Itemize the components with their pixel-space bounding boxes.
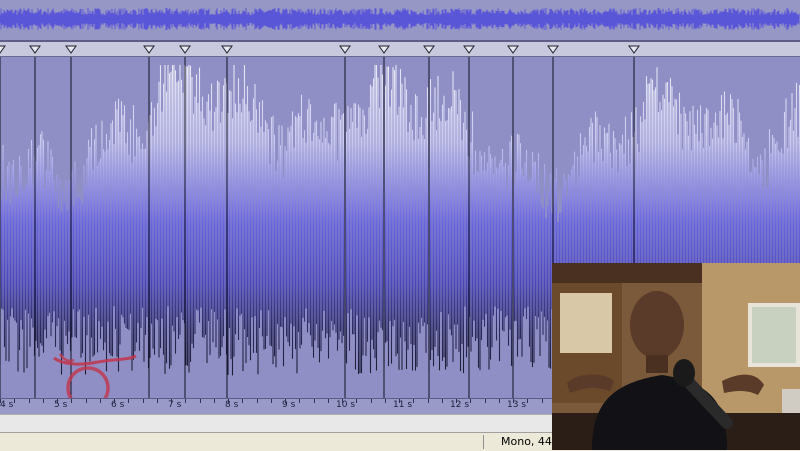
time-tick [271, 399, 272, 403]
time-tick [86, 399, 87, 403]
marker-handles [0, 45, 640, 54]
time-label: 8 s [225, 400, 239, 410]
overview-waveform [0, 8, 800, 30]
time-tick [428, 399, 429, 403]
marker-handle-icon[interactable] [221, 45, 233, 54]
overview-waveform-strip[interactable] [0, 0, 800, 42]
time-tick [442, 399, 443, 403]
marker-handle-icon[interactable] [463, 45, 475, 54]
time-tick [128, 399, 129, 403]
time-label: 10 s [336, 400, 356, 410]
time-tick [470, 399, 471, 403]
marker-handle-icon[interactable] [628, 45, 640, 54]
time-tick [100, 399, 101, 403]
marker-ruler[interactable] [0, 42, 800, 57]
time-tick [143, 399, 144, 403]
time-label: 7 s [168, 400, 182, 410]
time-tick [527, 399, 528, 403]
time-tick [257, 399, 258, 403]
time-tick [43, 399, 44, 403]
marker-handle-icon[interactable] [339, 45, 351, 54]
webcam-video-frame [552, 263, 800, 450]
time-tick [0, 399, 1, 403]
overview-wave-path [0, 8, 800, 30]
time-tick [200, 399, 201, 403]
marker-handle-icon[interactable] [378, 45, 390, 54]
marker-handle-icon[interactable] [507, 45, 519, 54]
marker-handle-icon[interactable] [423, 45, 435, 54]
time-tick [485, 399, 486, 403]
time-tick [385, 399, 386, 403]
time-tick [371, 399, 372, 403]
time-tick [413, 399, 414, 403]
marker-handle-icon[interactable] [29, 45, 41, 54]
time-label: 4 s [0, 400, 14, 410]
time-tick [299, 399, 300, 403]
marker-handle-icon[interactable] [65, 45, 77, 54]
time-tick [328, 399, 329, 403]
time-label: 9 s [282, 400, 296, 410]
time-tick [185, 399, 186, 403]
time-tick [342, 399, 343, 403]
time-label: 11 s [393, 400, 413, 410]
time-tick [513, 399, 514, 403]
time-label: 12 s [450, 400, 470, 410]
marker-handle-icon[interactable] [143, 45, 155, 54]
time-label: 6 s [111, 400, 125, 410]
time-tick [228, 399, 229, 403]
time-tick [499, 399, 500, 403]
time-tick [456, 399, 457, 403]
time-tick [285, 399, 286, 403]
time-tick [114, 399, 115, 403]
time-tick [14, 399, 15, 403]
time-tick [356, 399, 357, 403]
time-label: 13 s [507, 400, 527, 410]
time-tick [399, 399, 400, 403]
time-tick [242, 399, 243, 403]
time-tick [542, 399, 543, 403]
status-separator [483, 435, 484, 449]
time-tick [71, 399, 72, 403]
time-tick [29, 399, 30, 403]
time-tick [214, 399, 215, 403]
webcam-overlay [552, 263, 800, 450]
time-tick [157, 399, 158, 403]
time-label: 5 s [54, 400, 68, 410]
marker-handle-icon[interactable] [0, 45, 6, 54]
marker-handle-icon[interactable] [179, 45, 191, 54]
time-tick [314, 399, 315, 403]
marker-handle-icon[interactable] [547, 45, 559, 54]
time-tick [57, 399, 58, 403]
time-tick [171, 399, 172, 403]
